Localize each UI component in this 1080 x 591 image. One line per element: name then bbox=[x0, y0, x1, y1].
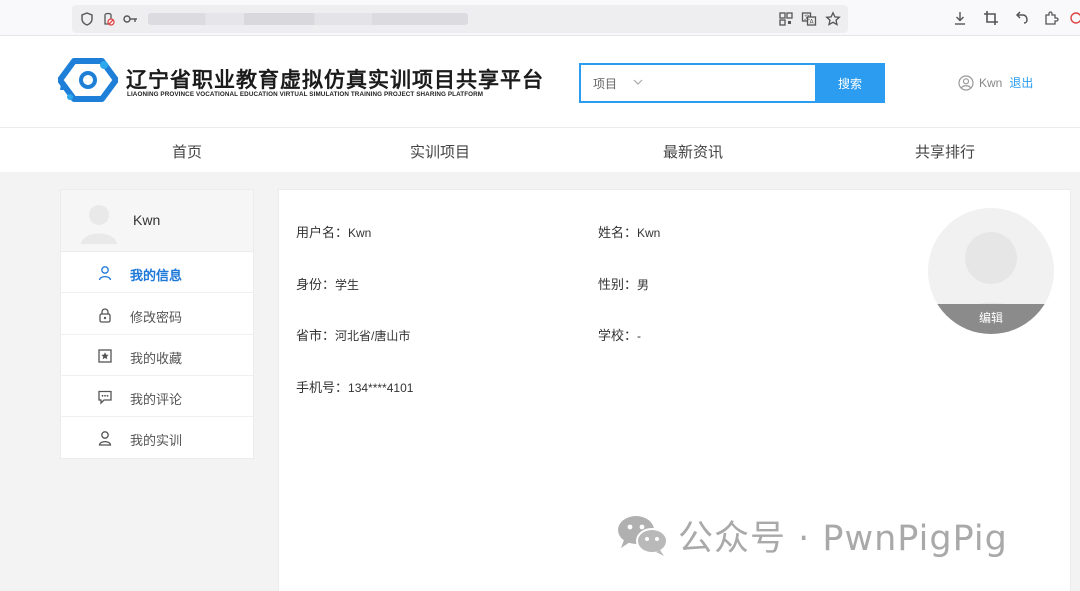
avatar-edit-button[interactable]: 编辑 bbox=[928, 304, 1054, 334]
platform-title: 辽宁省职业教育虚拟仿真实训项目共享平台 bbox=[126, 68, 544, 92]
sidebar-avatar bbox=[81, 205, 117, 244]
sidebar-user-card: Kwn bbox=[61, 190, 253, 252]
field-label: 身份： bbox=[296, 277, 336, 292]
user-icon bbox=[98, 266, 112, 281]
sidebar-item-favorites[interactable]: 我的收藏 bbox=[61, 335, 253, 376]
field-region: 省市：河北省/唐山市 bbox=[296, 325, 410, 344]
field-label: 用户名： bbox=[296, 225, 349, 240]
sidebar-username: Kwn bbox=[133, 212, 161, 228]
key-icon[interactable] bbox=[122, 11, 138, 27]
user-icon bbox=[98, 431, 112, 446]
sidebar-item-change-password[interactable]: 修改密码 bbox=[61, 294, 253, 335]
field-value: Kwn bbox=[637, 226, 661, 240]
translate-icon[interactable]: 文A bbox=[801, 11, 817, 27]
download-icon[interactable] bbox=[952, 10, 968, 26]
url-text-redacted[interactable] bbox=[148, 13, 468, 25]
watermark: 公众号 · PwnPigPig bbox=[616, 513, 1008, 559]
sidebar-item-my-training[interactable]: 我的实训 bbox=[61, 417, 253, 458]
comment-icon bbox=[98, 390, 112, 405]
chevron-down-icon[interactable] bbox=[633, 77, 643, 87]
field-value: 134****4101 bbox=[348, 381, 414, 395]
nav-item-home[interactable]: 首页 bbox=[172, 141, 202, 162]
nav-item-projects[interactable]: 实训项目 bbox=[410, 141, 470, 162]
logout-link[interactable]: 退出 bbox=[1009, 74, 1033, 91]
field-phone: 手机号：134****4101 bbox=[296, 377, 413, 396]
search-button[interactable]: 搜索 bbox=[815, 63, 885, 103]
record-icon[interactable] bbox=[1068, 10, 1080, 26]
qr-code-icon[interactable] bbox=[778, 11, 794, 27]
field-gender: 性别：男 bbox=[598, 274, 649, 293]
nav-item-news[interactable]: 最新资讯 bbox=[663, 141, 723, 162]
undo-icon[interactable] bbox=[1013, 10, 1029, 26]
lock-icon bbox=[99, 308, 111, 323]
field-role: 身份：学生 bbox=[296, 274, 359, 293]
field-school: 学校：- bbox=[598, 325, 641, 344]
tracking-blocked-icon[interactable] bbox=[100, 11, 116, 27]
field-label: 性别： bbox=[598, 277, 638, 292]
sidebar-item-label: 修改密码 bbox=[130, 310, 183, 325]
watermark-text: 公众号 · PwnPigPig bbox=[678, 518, 1008, 559]
shield-icon[interactable] bbox=[79, 11, 95, 27]
search-type-select[interactable]: 项目 bbox=[593, 75, 617, 92]
field-label: 手机号： bbox=[296, 380, 349, 395]
nav-item-ranking[interactable]: 共享排行 bbox=[915, 141, 975, 162]
field-name: 姓名：Kwn bbox=[598, 222, 660, 241]
field-value: - bbox=[637, 329, 642, 343]
field-value: 学生 bbox=[335, 278, 360, 292]
star-icon[interactable] bbox=[825, 11, 841, 27]
sidebar-item-comments[interactable]: 我的评论 bbox=[61, 376, 253, 417]
profile-sidebar: Kwn 我的信息 修改密码 我的收藏 我的评论 我的实训 bbox=[60, 189, 254, 459]
platform-subtitle: LIAONING PROVINCE VOCATIONAL EDUCATION V… bbox=[127, 91, 484, 98]
profile-avatar[interactable]: 编辑 bbox=[928, 208, 1054, 334]
user-area: Kwn 退出 bbox=[958, 74, 1033, 91]
sidebar-item-my-info[interactable]: 我的信息 bbox=[61, 252, 253, 293]
field-label: 姓名： bbox=[598, 225, 638, 240]
header-username[interactable]: Kwn bbox=[979, 76, 1002, 90]
user-avatar-icon[interactable] bbox=[958, 74, 974, 91]
field-value: 男 bbox=[637, 278, 650, 292]
extensions-icon[interactable] bbox=[1043, 10, 1059, 26]
site-header: 辽宁省职业教育虚拟仿真实训项目共享平台 LIAONING PROVINCE VO… bbox=[0, 36, 1080, 128]
field-label: 省市： bbox=[296, 328, 336, 343]
browser-toolbar: 文A bbox=[0, 0, 1080, 36]
platform-logo-icon[interactable] bbox=[58, 57, 118, 103]
search-box: 项目 搜索 bbox=[579, 63, 885, 103]
field-label: 学校： bbox=[598, 328, 638, 343]
crop-icon[interactable] bbox=[983, 10, 999, 26]
bookmark-star-icon bbox=[98, 349, 112, 363]
sidebar-item-label: 我的实训 bbox=[130, 433, 183, 448]
field-value: 河北省/唐山市 bbox=[335, 329, 411, 343]
address-bar[interactable]: 文A bbox=[72, 5, 848, 33]
sidebar-item-label: 我的信息 bbox=[130, 268, 183, 283]
sidebar-item-label: 我的收藏 bbox=[130, 351, 183, 366]
search-input[interactable] bbox=[651, 71, 811, 95]
field-value: Kwn bbox=[348, 226, 372, 240]
field-username: 用户名：Kwn bbox=[296, 222, 371, 241]
sidebar-item-label: 我的评论 bbox=[130, 392, 183, 407]
main-nav: 首页 实训项目 最新资讯 共享排行 bbox=[0, 128, 1080, 172]
wechat-icon bbox=[618, 516, 668, 556]
